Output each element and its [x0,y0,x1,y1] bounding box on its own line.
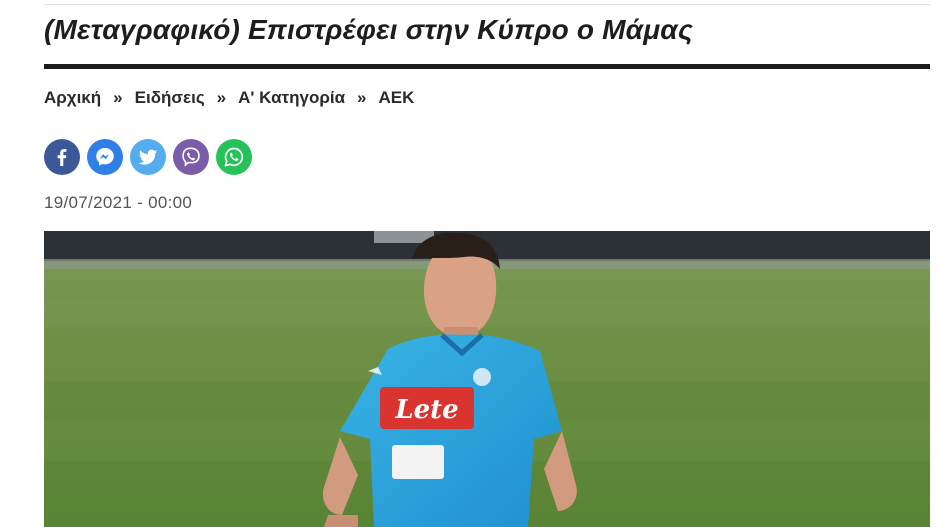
breadcrumb: Αρχική » Ειδήσεις » Α' Κατηγορία » ΑΕΚ [44,88,414,108]
facebook-share-button[interactable] [44,139,80,175]
article-title: (Μεταγραφικό) Επιστρέφει στην Κύπρο ο Μά… [44,14,693,45]
share-bar [44,139,252,175]
top-divider [44,0,930,5]
publish-date: 19/07/2021 - 00:00 [44,193,193,212]
breadcrumb-separator: » [216,88,227,107]
shirt-sponsor-text: Lete [394,395,458,425]
messenger-icon [96,148,114,166]
breadcrumb-aek[interactable]: ΑΕΚ [379,88,415,108]
twitter-share-button[interactable] [130,139,166,175]
whatsapp-share-button[interactable] [216,139,252,175]
breadcrumb-first-division[interactable]: Α' Κατηγορία [238,88,345,108]
title-underline [44,64,930,69]
breadcrumb-separator: » [113,88,123,107]
article-photo: Lete [44,231,930,527]
breadcrumb-news[interactable]: Ειδήσεις [135,88,205,108]
viber-icon [182,147,200,167]
facebook-icon [57,149,67,166]
messenger-share-button[interactable] [87,139,123,175]
viber-share-button[interactable] [173,139,209,175]
breadcrumb-home[interactable]: Αρχική [44,88,101,108]
breadcrumb-separator: » [357,88,367,107]
twitter-icon [138,149,158,165]
player-photo: Lete [44,231,930,527]
whatsapp-icon [224,147,244,167]
